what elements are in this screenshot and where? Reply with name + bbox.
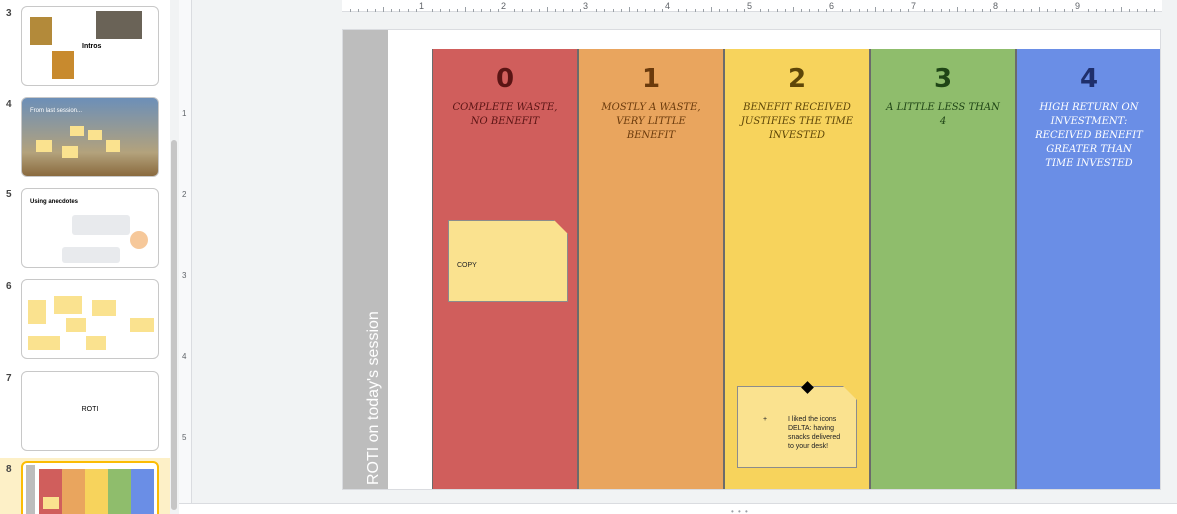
- resize-handle-icon[interactable]: • • •: [731, 507, 749, 514]
- ruler-number: 6: [829, 1, 835, 11]
- photo-thumbnail: [96, 11, 142, 39]
- vertical-ruler: 1 2 3 4 5: [179, 0, 192, 503]
- sticky-note: [28, 336, 60, 350]
- ruler-number: 3: [182, 271, 187, 280]
- ruler-number: 5: [747, 1, 753, 11]
- speech-bubble: [62, 247, 120, 263]
- score-label: 2: [787, 64, 807, 94]
- sticky-note: [36, 140, 52, 152]
- slide-number: 8: [6, 464, 12, 475]
- photo-thumbnail: [30, 17, 52, 45]
- sticky-note-copy[interactable]: COPY: [448, 220, 568, 302]
- slide-title-text: Using anecdotes: [30, 199, 79, 205]
- ruler-number: 8: [993, 1, 999, 11]
- slide-thumbnail-5[interactable]: Using anecdotes: [21, 188, 159, 268]
- sticky-note: [62, 146, 78, 158]
- ruler-number: 9: [1075, 1, 1081, 11]
- filmstrip-panel[interactable]: 3 Intros 4 From last session... 5 Using …: [0, 0, 170, 514]
- slide-title-text: From last session...: [30, 108, 83, 114]
- thumb-column-2: [85, 469, 108, 514]
- ruler-number: 3: [583, 1, 589, 11]
- slide-8[interactable]: ROTI on today's session 0 Complete waste…: [342, 29, 1161, 490]
- slide-number: 5: [6, 189, 12, 200]
- score-label: 0: [495, 64, 515, 94]
- slide-thumbnail-4[interactable]: From last session...: [21, 97, 159, 177]
- ruler-number: 1: [419, 1, 425, 11]
- sticky-note-feedback[interactable]: + I liked the icons DELTA: having snacks…: [737, 386, 857, 468]
- score-description: Complete waste, no benefit: [452, 102, 558, 127]
- score-label: 1: [641, 64, 661, 94]
- roti-column-3[interactable]: 3 A little less than 4: [870, 49, 1016, 489]
- ruler-number: 2: [501, 1, 507, 11]
- bullet-mark: +: [763, 416, 768, 423]
- slide-number: 6: [6, 281, 12, 292]
- filmstrip-scrollbar[interactable]: [170, 0, 178, 514]
- slide-title-text: ROTI: [81, 406, 99, 413]
- thumb-side-band: [26, 465, 35, 514]
- sticky-note: [106, 140, 120, 152]
- sticky-note-text: COPY: [457, 262, 477, 269]
- slide-title-text: Intros: [82, 43, 102, 50]
- sticky-note: [28, 300, 46, 324]
- ruler-number: 5: [182, 433, 187, 442]
- slide-thumbnail-3[interactable]: Intros: [21, 6, 159, 86]
- thumb-column-4: [131, 469, 154, 514]
- ruler-number: 2: [182, 190, 187, 199]
- sticky-note: [43, 497, 59, 509]
- score-label: 4: [1079, 64, 1099, 94]
- ruler-number: 4: [665, 1, 671, 11]
- slide-thumbnail-7[interactable]: ROTI: [21, 371, 159, 451]
- slide-thumbnail-6[interactable]: [21, 279, 159, 359]
- slide-number: 4: [6, 99, 12, 110]
- sticky-note: [88, 130, 102, 140]
- slide-number: 3: [6, 8, 12, 19]
- ruler-number: 7: [911, 1, 917, 11]
- face-icon: [130, 231, 148, 249]
- speaker-notes-divider[interactable]: • • •: [179, 503, 1177, 514]
- slide-number: 7: [6, 373, 12, 384]
- sticky-note: [70, 126, 84, 136]
- slide-canvas[interactable]: ROTI on today's session 0 Complete waste…: [192, 12, 1177, 503]
- score-description: Mostly a waste, very little benefit: [601, 102, 701, 141]
- roti-column-4[interactable]: 4 High return on investment: received be…: [1016, 49, 1160, 489]
- sticky-note: [86, 336, 106, 350]
- slide-thumbnail-8[interactable]: [21, 461, 159, 514]
- ruler-number: 1: [182, 109, 187, 118]
- side-title[interactable]: ROTI on today's session: [365, 311, 383, 485]
- sticky-note: [54, 296, 82, 314]
- score-description: A little less than 4: [886, 102, 1000, 127]
- scrollbar-thumb[interactable]: [171, 140, 177, 510]
- speech-bubble: [72, 215, 130, 235]
- sticky-note: [92, 300, 116, 316]
- thumb-column-3: [108, 469, 131, 514]
- roti-column-1[interactable]: 1 Mostly a waste, very little benefit: [578, 49, 724, 489]
- horizontal-ruler: 1 2 3 4 5 6 7 8 9: [342, 0, 1162, 12]
- sticky-note-text: I liked the icons DELTA: having snacks d…: [788, 416, 841, 450]
- score-description: Benefit received justifies the time inve…: [740, 102, 854, 141]
- thumb-column-1: [62, 469, 85, 514]
- photo-thumbnail: [52, 51, 74, 79]
- score-description: High return on investment: received bene…: [1035, 102, 1143, 169]
- sticky-note: [66, 318, 86, 332]
- ruler-number: 4: [182, 352, 187, 361]
- score-label: 3: [933, 64, 953, 94]
- sticky-note: [130, 318, 154, 332]
